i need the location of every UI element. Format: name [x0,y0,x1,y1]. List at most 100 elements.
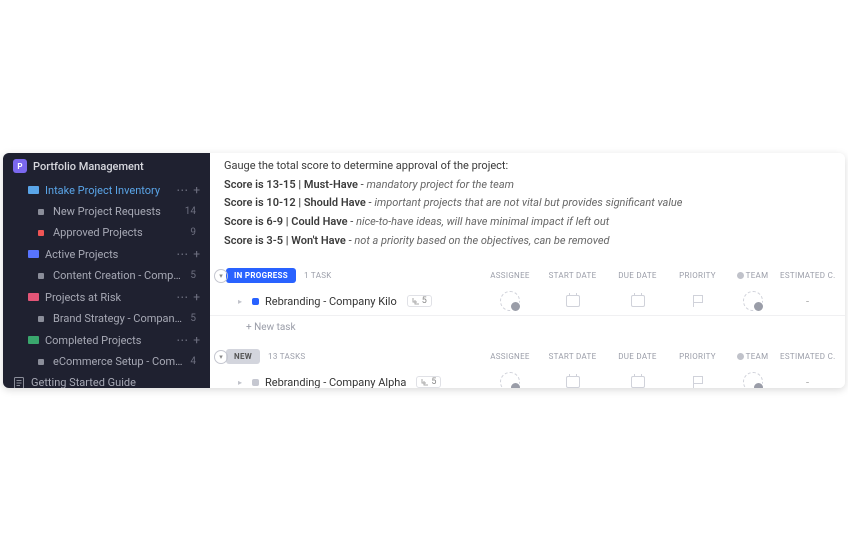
add-icon[interactable]: + [193,247,200,261]
subtask-count-badge[interactable]: 5 [407,295,432,307]
flag-icon [693,295,703,307]
cell-assignee[interactable] [480,291,540,311]
sidebar-item-label: New Project Requests [53,205,179,218]
more-icon[interactable]: ⋯ [176,183,189,197]
sidebar-item-label: Completed Projects [45,334,170,347]
expand-icon[interactable]: ▸ [238,297,246,306]
col-start-date[interactable]: START DATE [540,271,605,281]
folder-icon [27,291,39,303]
task-row[interactable]: ▸Rebranding - Company Kilo 5- [210,287,845,316]
cell-team[interactable] [725,291,780,311]
add-icon[interactable]: + [193,183,200,197]
column-headers: ASSIGNEESTART DATEDUE DATEPRIORITYTEAMES… [480,352,835,362]
cell-team[interactable] [725,372,780,388]
sidebar-item-9[interactable]: Getting Started Guide [3,372,210,388]
cell-start-date[interactable] [540,372,605,388]
list-dot-icon [35,206,47,218]
cell-priority[interactable] [670,291,725,311]
sidebar-item-label: eCommerce Setup - Company Echo [53,355,184,368]
sidebar-item-label: Approved Projects [53,226,184,239]
sidebar-item-4[interactable]: Content Creation - Company Delta 5 [3,265,210,286]
col-priority[interactable]: PRIORITY [670,352,725,362]
add-icon[interactable]: + [193,290,200,304]
col-due-date[interactable]: DUE DATE [605,271,670,281]
sidebar-item-label: Content Creation - Company Delta [53,269,184,282]
document-icon [13,377,25,389]
task-cells: - [480,291,835,311]
task-count: 1 TASK [304,271,332,280]
status-dot-icon [252,298,259,305]
calendar-icon [566,295,580,307]
collapse-icon[interactable]: ▾ [214,350,228,364]
calendar-icon [566,376,580,388]
col-estimated[interactable]: ESTIMATED C... [780,352,835,362]
list-dot-icon [35,227,47,239]
sidebar-item-1[interactable]: New Project Requests 14 [3,201,210,222]
more-icon[interactable]: ⋯ [176,333,189,347]
sidebar-item-2[interactable]: Approved Projects 9 [3,222,210,243]
subtask-icon [412,297,420,305]
task-cells: - [480,372,835,388]
team-placeholder-icon [743,291,763,311]
sidebar-item-6[interactable]: Brand Strategy - Company Juliet 5 [3,308,210,329]
folder-icon [27,334,39,346]
item-count: 5 [190,270,196,281]
sidebar-item-5[interactable]: Projects at Risk⋯+ [3,286,210,308]
cell-estimated[interactable]: - [780,291,835,311]
sidebar-item-8[interactable]: eCommerce Setup - Company Echo 4 [3,351,210,372]
item-count: 5 [190,313,196,324]
expand-icon[interactable]: ▸ [238,378,246,387]
status-pill[interactable]: IN PROGRESS [226,268,296,283]
sidebar-item-label: Getting Started Guide [31,376,200,388]
folder-icon [27,184,39,196]
cell-due-date[interactable] [605,372,670,388]
task-count: 13 TASKS [268,352,305,361]
list-dot-icon [35,270,47,282]
sidebar-item-label: Active Projects [45,248,170,261]
main-content: Gauge the total score to determine appro… [210,153,845,388]
item-count: 4 [190,356,196,367]
status-pill[interactable]: NEW [226,349,260,364]
cell-start-date[interactable] [540,291,605,311]
task-row[interactable]: ▸ Rebranding - Company Alpha 5 - [210,368,845,388]
scoring-intro: Gauge the total score to determine appro… [224,157,831,176]
cell-priority[interactable] [670,372,725,388]
col-estimated[interactable]: ESTIMATED C... [780,271,835,281]
status-dot-icon [252,379,259,386]
col-start-date[interactable]: START DATE [540,352,605,362]
more-icon[interactable]: ⋯ [176,247,189,261]
sidebar-item-label: Brand Strategy - Company Juliet [53,312,184,325]
subtask-count-badge[interactable]: 5 [416,376,441,388]
app-root: P Portfolio Management Intake Project In… [3,153,845,388]
group-header: ▾IN PROGRESS 1 TASK ASSIGNEESTART DATEDUE … [210,264,845,287]
group-header: ▾NEW 13 TASKS ASSIGNEESTART DATEDUE DATEPR… [210,345,845,368]
sidebar-header[interactable]: P Portfolio Management [3,153,210,179]
more-icon[interactable]: ⋯ [176,290,189,304]
assignee-placeholder-icon [500,372,520,388]
sidebar-item-3[interactable]: Active Projects ⋯ + [3,243,210,265]
cell-estimated[interactable]: - [780,372,835,388]
column-headers: ASSIGNEESTART DATEDUE DATEPRIORITYTEAMES… [480,271,835,281]
col-assignee[interactable]: ASSIGNEE [480,271,540,281]
col-assignee[interactable]: ASSIGNEE [480,352,540,362]
col-due-date[interactable]: DUE DATE [605,352,670,362]
item-count: 9 [190,227,196,238]
new-task-button[interactable]: + New task [210,316,845,339]
scoring-row-0: Score is 13-15 | Must-Have - mandatory p… [224,176,831,195]
collapse-icon[interactable]: ▾ [214,269,228,283]
item-count: 14 [185,206,196,217]
scoring-row-2: Score is 6-9 | Could Have - nice-to-have… [224,213,831,232]
scoring-guide: Gauge the total score to determine appro… [210,153,845,264]
cell-assignee[interactable] [480,372,540,388]
cell-due-date[interactable] [605,291,670,311]
col-priority[interactable]: PRIORITY [670,271,725,281]
add-icon[interactable]: + [193,333,200,347]
col-team[interactable]: TEAM [725,352,780,362]
sidebar-item-7[interactable]: Completed Projects ⋯ + [3,329,210,351]
sidebar-item-0[interactable]: Intake Project Inventory⋯+ [3,179,210,201]
task-group-1: ▾NEW 13 TASKS ASSIGNEESTART DATEDUE DATEPR… [210,345,845,388]
col-team[interactable]: TEAM [725,271,780,281]
calendar-icon [631,295,645,307]
scoring-row-1: Score is 10-12 | Should Have - important… [224,194,831,213]
task-name: Rebranding - Company Alpha [265,376,406,388]
